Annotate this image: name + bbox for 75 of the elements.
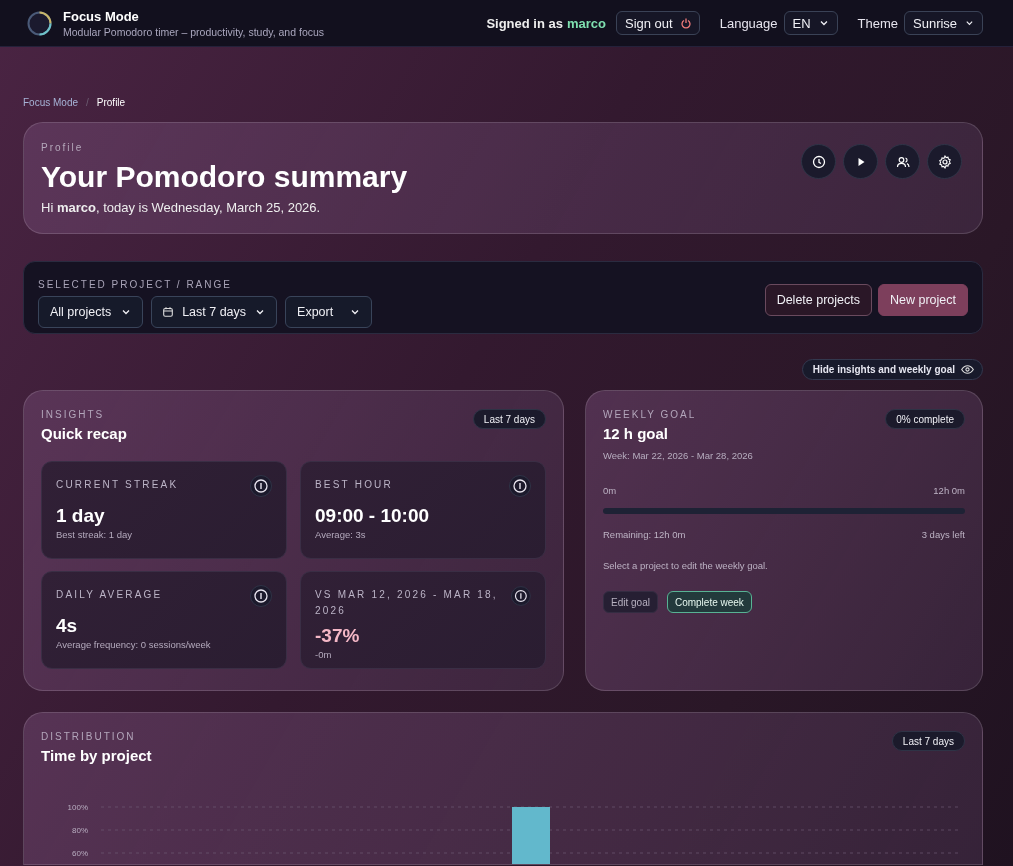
section-title: Quick recap: [41, 425, 127, 442]
goal-hint: Select a project to edit the weekly goal.: [603, 560, 769, 571]
chevron-down-icon: [121, 307, 132, 317]
week-range: Week: Mar 22, 2026 - Mar 28, 2026: [603, 450, 753, 461]
settings-icon: [937, 154, 952, 169]
section-title: Time by project: [41, 747, 152, 764]
page-title: Your Pomodoro summary: [41, 160, 408, 194]
logo-icon: [27, 10, 52, 36]
app-subtitle: Modular Pomodoro timer – productivity, study, and focus: [63, 25, 325, 38]
language-label: Language: [719, 15, 778, 31]
new-project-button[interactable]: New project: [878, 283, 968, 316]
chart-bar: [512, 807, 550, 864]
theme-label: Theme: [857, 15, 898, 31]
stat-note: Best streak: 1 day: [56, 529, 134, 540]
complete-week-button[interactable]: Complete week: [666, 591, 752, 613]
power-icon: [680, 17, 691, 29]
clock-icon: [811, 154, 826, 169]
chevron-down-icon: [818, 18, 829, 28]
section-eyebrow: DISTRIBUTION: [41, 731, 137, 742]
scale-end: 12h 0m: [933, 485, 965, 496]
stat-note: -0m: [315, 649, 333, 660]
section-eyebrow: INSIGHTS: [41, 409, 106, 420]
chevron-down-icon: [350, 307, 361, 317]
stat-label: CURRENT STREAK: [56, 478, 179, 492]
app-title: Focus Mode: [63, 8, 140, 24]
section-title: 12 h goal: [603, 425, 670, 442]
stat-label: DAILY AVERAGE: [56, 588, 164, 602]
greeting-text: Hi marco, today is Wednesday, March 25, 2026.: [41, 200, 322, 215]
info-icon[interactable]: [250, 585, 272, 607]
stat-value: 4s: [56, 615, 79, 637]
page-eyebrow: Profile: [41, 142, 85, 153]
signed-in-label: Signed in as: [486, 15, 563, 31]
start-button[interactable]: [843, 144, 878, 179]
breadcrumb-link[interactable]: Focus Mode: [23, 96, 79, 108]
project-select[interactable]: All projects: [38, 296, 144, 328]
hide-insights-button[interactable]: Hide insights and weekly goal: [801, 359, 983, 380]
progress-badge: 0% complete: [885, 409, 965, 429]
users-icon: [895, 154, 910, 169]
stat-note: Average: 3s: [315, 529, 367, 540]
breadcrumb-separator: /: [86, 96, 89, 108]
y-axis-label: 60%: [72, 849, 88, 858]
range-select[interactable]: Last 7 days: [151, 296, 278, 328]
filter-label: SELECTED PROJECT / RANGE: [38, 279, 233, 290]
section-eyebrow: WEEKLY GOAL: [603, 409, 698, 420]
range-badge: Last 7 days: [891, 731, 965, 751]
language-select[interactable]: EN: [783, 11, 838, 35]
info-icon[interactable]: [511, 585, 531, 607]
theme-select[interactable]: Sunrise: [904, 11, 983, 35]
y-axis-label: 80%: [72, 826, 88, 835]
info-icon[interactable]: [509, 475, 531, 497]
stat-value: 09:00 - 10:00: [315, 505, 430, 527]
remaining-text: Remaining: 12h 0m: [603, 529, 686, 540]
scale-start: 0m: [603, 485, 617, 496]
settings-button[interactable]: [927, 144, 962, 179]
stat-value: -37%: [315, 625, 361, 647]
sign-out-button[interactable]: Sign out: [616, 11, 700, 35]
history-button[interactable]: [801, 144, 836, 179]
chevron-down-icon: [965, 18, 974, 28]
username: marco: [566, 15, 606, 31]
info-icon[interactable]: [250, 475, 272, 497]
days-left: 3 days left: [921, 529, 965, 540]
edit-goal-button[interactable]: Edit goal: [603, 591, 658, 613]
delete-projects-button[interactable]: Delete projects: [764, 283, 872, 316]
calendar-icon: [163, 307, 174, 317]
y-axis-label: 100%: [67, 803, 88, 812]
stat-label: VS MAR 12, 2026 - MAR 18, 2026: [315, 588, 499, 618]
export-select[interactable]: Export: [285, 296, 373, 328]
team-button[interactable]: [885, 144, 920, 179]
eye-icon: [961, 365, 974, 374]
stat-note: Average frequency: 0 sessions/week: [56, 639, 211, 650]
stat-label: BEST HOUR: [315, 478, 394, 492]
breadcrumb-current: Profile: [96, 96, 126, 108]
range-badge: Last 7 days: [472, 409, 546, 429]
stat-value: 1 day: [56, 505, 106, 527]
chevron-down-icon: [255, 307, 266, 317]
